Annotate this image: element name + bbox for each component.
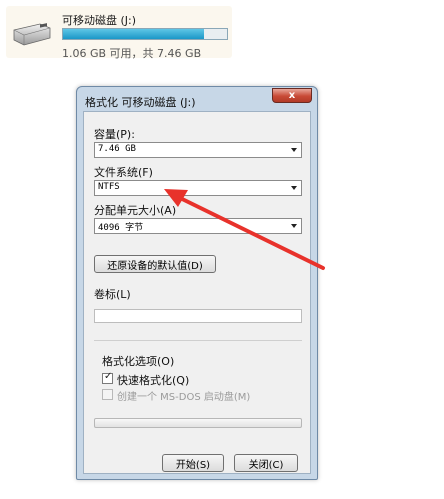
chevron-down-icon — [291, 186, 297, 190]
filesystem-value: NTFS — [98, 182, 120, 192]
filesystem-label: 文件系统(F) — [94, 166, 153, 179]
restore-defaults-button[interactable]: 还原设备的默认值(D) — [94, 255, 216, 273]
volume-label: 卷标(L) — [94, 288, 131, 301]
usb-drive-icon — [13, 23, 51, 46]
chevron-down-icon — [291, 148, 297, 152]
close-button[interactable]: 关闭(C) — [234, 454, 298, 472]
start-button[interactable]: 开始(S) — [162, 454, 224, 472]
volume-label-input[interactable] — [94, 309, 302, 323]
quick-format-checkbox[interactable]: ✓ — [102, 371, 113, 384]
separator — [94, 340, 302, 341]
drive-usage-fill — [63, 29, 205, 39]
dialog-body: 容量(P): 7.46 GB 文件系统(F) NTFS 分配单元大小(A) 40… — [83, 111, 311, 474]
dialog-title: 格式化 可移动磁盘 (J:) — [85, 96, 196, 109]
close-icon: x — [288, 90, 296, 101]
allocation-select[interactable]: 4096 字节 — [94, 218, 302, 234]
filesystem-select[interactable]: NTFS — [94, 180, 302, 196]
format-options-label: 格式化选项(O) — [102, 355, 175, 368]
capacity-select[interactable]: 7.46 GB — [94, 142, 302, 158]
removable-drive-tile[interactable]: 可移动磁盘 (J:) 1.06 GB 可用，共 7.46 GB — [6, 6, 232, 60]
allocation-label: 分配单元大小(A) — [94, 204, 177, 217]
msdos-boot-label: 创建一个 MS-DOS 启动盘(M) — [117, 392, 251, 403]
capacity-label: 容量(P): — [94, 128, 135, 141]
format-dialog: 格式化 可移动磁盘 (J:) x 容量(P): 7.46 GB 文件系统(F) … — [76, 86, 318, 480]
drive-usage-bar — [62, 28, 228, 40]
allocation-value: 4096 字节 — [98, 223, 144, 233]
drive-name: 可移动磁盘 (J:) — [62, 14, 137, 27]
msdos-boot-checkbox — [102, 389, 113, 400]
capacity-value: 7.46 GB — [98, 144, 136, 154]
close-window-button[interactable]: x — [272, 88, 312, 103]
checkmark-icon: ✓ — [104, 371, 113, 382]
drive-space-text: 1.06 GB 可用，共 7.46 GB — [62, 47, 202, 60]
chevron-down-icon — [291, 224, 297, 228]
format-progress-bar — [94, 418, 302, 428]
quick-format-label[interactable]: 快速格式化(Q) — [117, 372, 189, 388]
